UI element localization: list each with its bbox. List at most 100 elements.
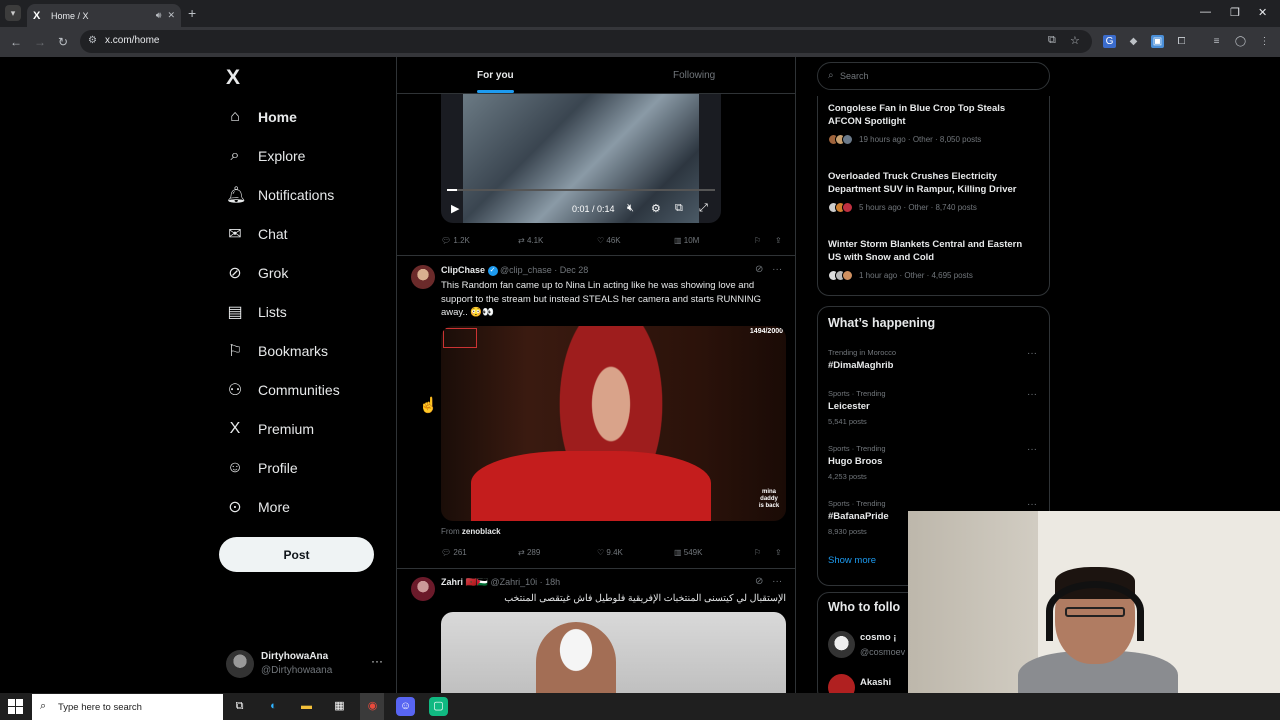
views-button[interactable]: ▥ 549K <box>674 548 702 557</box>
like-button[interactable]: ♡ 9.4K <box>597 548 623 557</box>
search-input[interactable]: ⌕ Search <box>817 62 1050 90</box>
account-switcher[interactable]: DirtyhowaAna @Dirtyhowaana ··· <box>226 650 386 680</box>
install-app-icon[interactable]: ⧉ <box>1048 34 1056 47</box>
edge-icon[interactable]: ◐ <box>264 697 283 716</box>
sidebar-item-communities[interactable]: ⚇ Communities <box>226 378 340 402</box>
trend-name[interactable]: #BafanaPride <box>828 511 889 522</box>
video-player[interactable]: ▶ 0:01 / 0:14 🔇︎ ⚙ ⧉ ⤢ <box>441 94 721 223</box>
extensions-puzzle-icon[interactable]: ⧠ <box>1175 35 1188 48</box>
sidebar-item-lists[interactable]: ▤ Lists <box>226 300 286 324</box>
post-button[interactable]: Post <box>219 537 374 572</box>
share-icon[interactable]: ⇪ <box>775 548 782 557</box>
follow-name[interactable]: cosmo ¡ <box>860 632 896 643</box>
task-view-icon[interactable]: ⧉ <box>230 697 249 716</box>
tweet-date[interactable]: · Dec 28 <box>554 265 588 275</box>
views-button[interactable]: ▥ 10M <box>674 236 699 245</box>
avatar[interactable] <box>411 577 435 601</box>
media-control-icon[interactable]: ≡ <box>1210 35 1223 48</box>
source-link[interactable]: zenoblack <box>462 527 501 536</box>
avatar[interactable] <box>828 631 855 658</box>
sidebar-item-chat[interactable]: ✉ Chat <box>226 222 287 246</box>
trend-name[interactable]: #DimaMaghrib <box>828 360 893 371</box>
reply-button[interactable]: 💬︎ 1.2K <box>441 236 470 245</box>
close-window-icon[interactable]: ✕ <box>1258 6 1267 19</box>
extension-blue-icon[interactable]: ▣ <box>1151 35 1164 48</box>
tab-for-you[interactable]: For you <box>477 70 514 81</box>
repost-button[interactable]: ⇄ 4.1K <box>518 236 543 245</box>
bookmark-icon[interactable]: ⚐ <box>754 548 761 557</box>
discord-icon[interactable]: ☺ <box>396 697 415 716</box>
extension-diamond-icon[interactable]: ◆ <box>1127 35 1140 48</box>
reload-icon[interactable]: ↻ <box>58 35 68 49</box>
show-more-link[interactable]: Show more <box>828 555 876 566</box>
more-dots-icon[interactable]: ··· <box>772 264 782 275</box>
list-icon: ▤ <box>227 304 243 321</box>
profile-icon[interactable]: ◯ <box>1234 35 1247 48</box>
fullscreen-icon[interactable]: ⤢ <box>699 202 708 215</box>
close-tab-icon[interactable]: ✕ <box>167 10 175 21</box>
new-tab-button[interactable]: + <box>188 5 196 21</box>
more-dots-icon[interactable]: ··· <box>1027 499 1037 510</box>
news-item-title[interactable]: Winter Storm Blankets Central and Easter… <box>828 238 1038 264</box>
tab-following[interactable]: Following <box>673 70 715 81</box>
speaker-icon[interactable]: 🔊︎ <box>156 10 162 21</box>
stream-overlay <box>443 328 477 348</box>
forward-icon[interactable]: → <box>34 35 46 49</box>
sidebar-item-home[interactable]: ⌂ Home <box>226 105 297 129</box>
bookmark-star-icon[interactable]: ☆ <box>1070 34 1080 47</box>
reply-button[interactable]: 💬︎ 261 <box>441 548 467 557</box>
news-item-title[interactable]: Congolese Fan in Blue Crop Top Steals AF… <box>828 102 1038 128</box>
trend-name[interactable]: Leicester <box>828 401 870 412</box>
browser-menu-icon[interactable]: ⋮ <box>1258 35 1271 48</box>
sidebar-item-premium[interactable]: X Premium <box>226 417 314 441</box>
video-progress-bar[interactable] <box>447 189 715 191</box>
minimize-icon[interactable]: — <box>1200 6 1211 18</box>
picture-in-picture-icon[interactable]: ⧉ <box>675 202 683 215</box>
app-icon[interactable]: ▢ <box>429 697 448 716</box>
more-dots-icon[interactable]: ··· <box>772 576 782 587</box>
tweet-date[interactable]: · 18h <box>540 577 561 587</box>
sidebar-item-bookmarks[interactable]: ⚐ Bookmarks <box>226 339 328 363</box>
tweet-media[interactable] <box>441 612 786 693</box>
author-handle[interactable]: @clip_chase <box>500 265 552 275</box>
restore-icon[interactable]: ❐ <box>1230 6 1240 19</box>
author-name[interactable]: ClipChase <box>441 265 485 275</box>
bookmark-icon[interactable]: ⚐ <box>754 236 761 245</box>
taskbar-search-input[interactable]: ⌕ Type here to search <box>32 694 223 720</box>
sidebar-item-profile[interactable]: ☺ Profile <box>226 456 298 480</box>
back-icon[interactable]: ← <box>10 35 22 49</box>
news-item-title[interactable]: Overloaded Truck Crushes Electricity Dep… <box>828 170 1038 196</box>
site-info-icon[interactable]: ⚙ <box>88 35 97 46</box>
follow-name[interactable]: Akashi <box>860 677 891 688</box>
tab-search-button[interactable]: ▾ <box>5 5 21 21</box>
sidebar-item-more[interactable]: ⊙ More <box>226 495 290 519</box>
windows-taskbar: ⌕ Type here to search ⧉ ◐ ▬ ▦ ◉ ☺ ▢ <box>0 693 1280 720</box>
mute-icon[interactable]: 🔇︎ <box>627 202 634 215</box>
more-dots-icon[interactable]: ··· <box>1027 348 1037 359</box>
play-icon[interactable]: ▶ <box>451 202 459 215</box>
windows-start-icon[interactable] <box>8 699 23 714</box>
settings-gear-icon[interactable]: ⚙ <box>651 202 661 215</box>
avatar[interactable] <box>411 265 435 289</box>
like-button[interactable]: ♡ 46K <box>597 236 621 245</box>
tweet-media[interactable]: 1494/2000 mina daddy is back <box>441 326 786 521</box>
sidebar-item-explore[interactable]: ⌕ Explore <box>226 144 306 168</box>
author-name[interactable]: Zahri <box>441 577 463 587</box>
grok-icon[interactable]: ⊘ <box>755 576 763 587</box>
sidebar-item-grok[interactable]: ⊘ Grok <box>226 261 288 285</box>
share-icon[interactable]: ⇪ <box>775 236 782 245</box>
author-handle[interactable]: @Zahri_10i <box>490 577 537 587</box>
browser-tab-home[interactable]: X Home / X 🔊︎ ✕ <box>27 4 181 27</box>
file-explorer-icon[interactable]: ▬ <box>297 697 316 716</box>
repost-button[interactable]: ⇄ 289 <box>518 548 540 557</box>
chrome-icon[interactable]: ◉ <box>363 697 382 716</box>
grok-icon[interactable]: ⊘ <box>755 264 763 275</box>
store-icon[interactable]: ▦ <box>330 697 349 716</box>
more-dots-icon[interactable]: ··· <box>1027 444 1037 455</box>
trend-name[interactable]: Hugo Broos <box>828 456 882 467</box>
more-dots-icon[interactable]: ··· <box>1027 389 1037 400</box>
sidebar-item-notifications[interactable]: 🔔︎ Notifications <box>226 183 334 207</box>
translate-extension-icon[interactable]: G <box>1103 35 1116 48</box>
url-field[interactable]: ⚙ x.com/home ⧉ ☆ <box>80 30 1092 53</box>
x-logo[interactable]: X <box>226 66 240 90</box>
